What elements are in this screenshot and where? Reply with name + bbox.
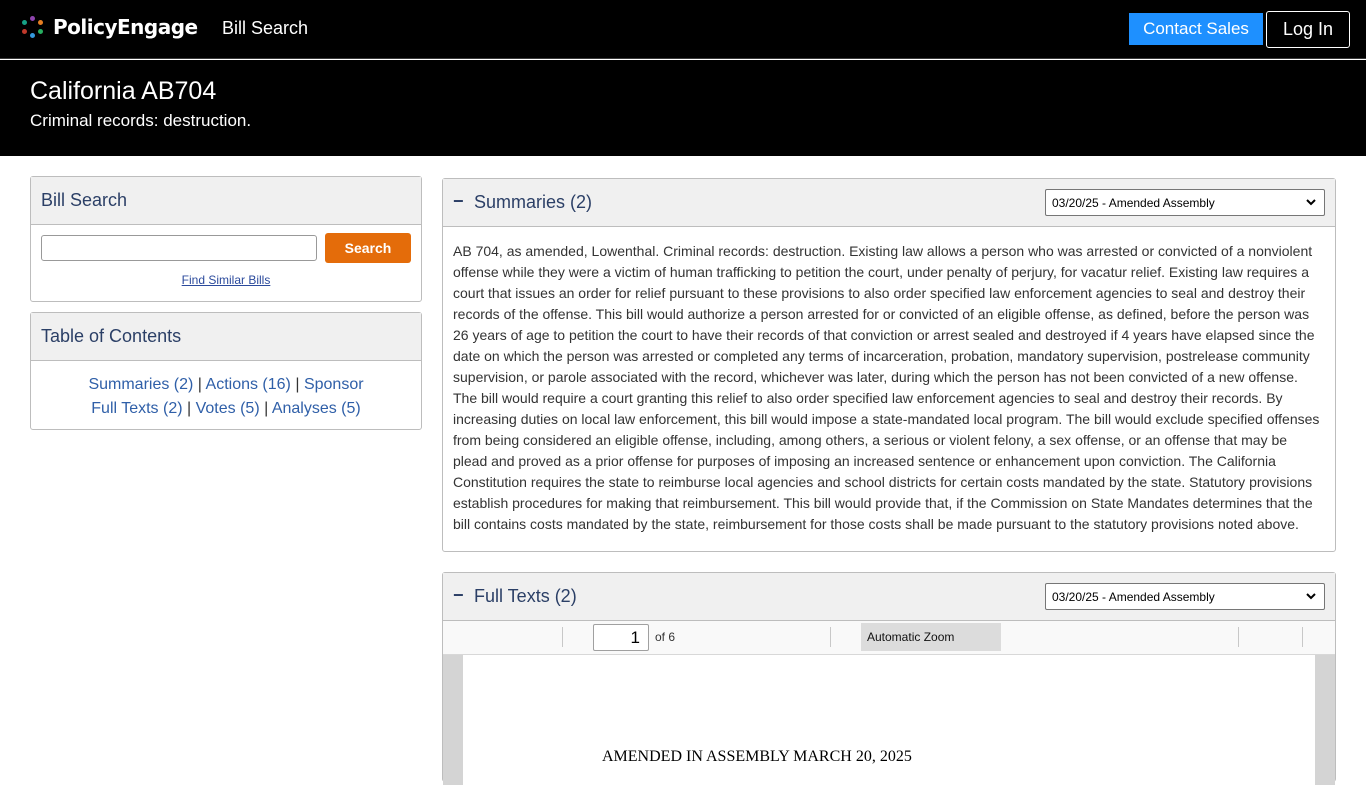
toc-title: Table of Contents: [31, 313, 421, 361]
bill-header: California AB704 Criminal records: destr…: [0, 60, 1366, 156]
summaries-collapse-toggle[interactable]: −: [453, 191, 464, 212]
table-of-contents-panel: Table of Contents Summaries (2) | Action…: [30, 312, 422, 430]
full-texts-title[interactable]: Full Texts (2): [474, 586, 577, 607]
summaries-version-select[interactable]: 03/20/25 - Amended Assembly: [1045, 189, 1325, 216]
bill-search-input[interactable]: [41, 235, 317, 261]
toolbar-separator: [830, 627, 831, 647]
toc-link-summaries[interactable]: Summaries (2): [88, 376, 193, 393]
top-navbar: PolicyEngage Bill Search Contact Sales L…: [0, 0, 1366, 59]
pdf-page-number-input[interactable]: 1: [593, 624, 649, 651]
bill-search-panel-title: Bill Search: [31, 177, 421, 225]
find-similar-bills-link[interactable]: Find Similar Bills: [31, 273, 421, 287]
toolbar-separator: [562, 627, 563, 647]
pdf-page: AMENDED IN ASSEMBLY MARCH 20, 2025: [463, 655, 1315, 785]
full-texts-version-select[interactable]: 03/20/25 - Amended Assembly: [1045, 583, 1325, 610]
contact-sales-button[interactable]: Contact Sales: [1129, 13, 1263, 45]
page-title: California AB704: [30, 77, 217, 105]
summaries-header: − Summaries (2) 03/20/25 - Amended Assem…: [443, 179, 1335, 227]
toolbar-separator: [1302, 627, 1303, 647]
login-button[interactable]: Log In: [1266, 11, 1350, 48]
full-texts-collapse-toggle[interactable]: −: [453, 585, 464, 606]
pdf-viewer-toolbar: 1 of 6 Automatic Zoom: [443, 621, 1335, 655]
brand-logo[interactable]: PolicyEngage: [22, 15, 198, 39]
pdf-page-heading: AMENDED IN ASSEMBLY MARCH 20, 2025: [602, 748, 912, 765]
nav-bill-search-link[interactable]: Bill Search: [222, 18, 308, 39]
toc-link-full-texts[interactable]: Full Texts (2): [91, 400, 182, 417]
summaries-selected-version: 03/20/25 - Amended Assembly: [1052, 195, 1215, 210]
full-texts-panel: − Full Texts (2) 03/20/25 - Amended Asse…: [442, 572, 1336, 785]
pdf-page-count: of 6: [655, 630, 676, 644]
summary-text: AB 704, as amended, Lowenthal. Criminal …: [453, 243, 1320, 532]
chevron-down-icon: [1306, 199, 1316, 206]
full-texts-header: − Full Texts (2) 03/20/25 - Amended Asse…: [443, 573, 1335, 621]
toc-link-votes[interactable]: Votes (5): [196, 400, 260, 417]
summaries-title[interactable]: Summaries (2): [474, 192, 592, 213]
bill-search-panel: Bill Search Search Find Similar Bills: [30, 176, 422, 302]
pdf-zoom-select[interactable]: Automatic Zoom: [861, 623, 1001, 651]
search-button[interactable]: Search: [325, 233, 411, 263]
toc-link-actions[interactable]: Actions (16): [206, 376, 291, 393]
toolbar-separator: [1238, 627, 1239, 647]
toc-link-sponsor[interactable]: Sponsor: [304, 376, 364, 393]
page-subtitle: Criminal records: destruction.: [30, 111, 252, 130]
chevron-down-icon: [1306, 593, 1316, 600]
summaries-panel: − Summaries (2) 03/20/25 - Amended Assem…: [442, 178, 1336, 552]
logo-dots-icon: [22, 16, 44, 38]
full-texts-selected-version: 03/20/25 - Amended Assembly: [1052, 589, 1215, 604]
toc-links: Summaries (2) | Actions (16) | Sponsor F…: [88, 376, 364, 417]
brand-name: PolicyEngage: [53, 15, 198, 39]
toc-link-analyses[interactable]: Analyses (5): [272, 400, 361, 417]
pdf-viewer-canvas[interactable]: AMENDED IN ASSEMBLY MARCH 20, 2025: [443, 655, 1335, 785]
